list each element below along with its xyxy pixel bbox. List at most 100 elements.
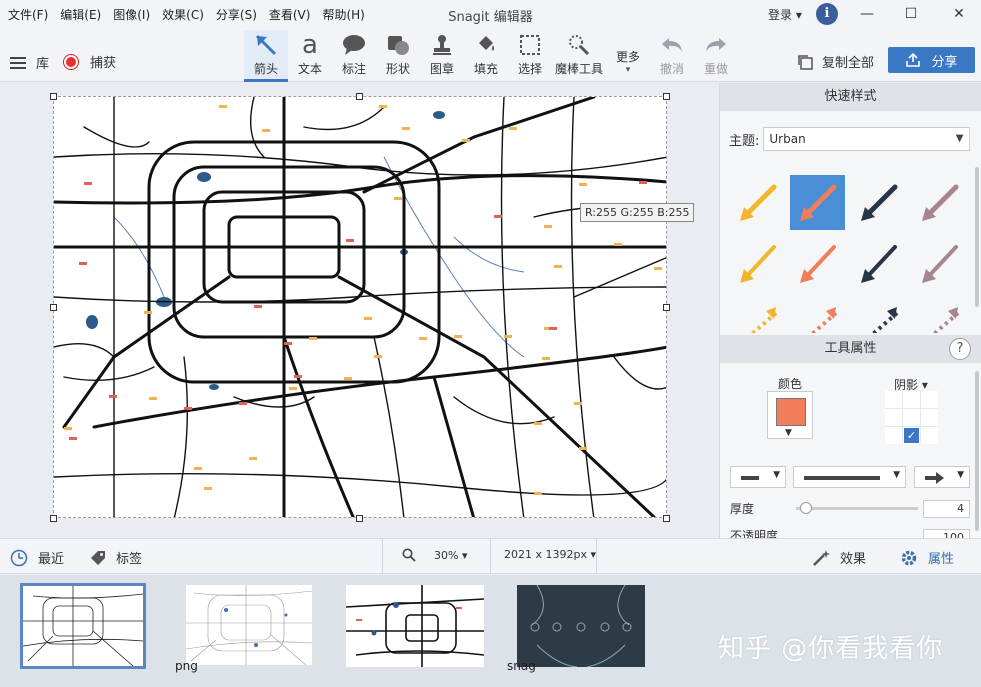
fill-icon	[466, 30, 506, 60]
resize-handle-left[interactable]	[50, 304, 57, 311]
map-image[interactable]	[53, 96, 667, 518]
tray-thumbnail-4[interactable]	[517, 584, 645, 668]
share-button[interactable]: 分享	[888, 47, 975, 73]
line-start-style-dropdown[interactable]: ▼	[730, 466, 786, 488]
thickness-slider-track[interactable]	[796, 507, 918, 510]
share-label: 分享	[931, 54, 958, 70]
canvas-area[interactable]: R:255 G:255 B:255	[0, 83, 719, 538]
tool-text[interactable]: a 文本	[290, 30, 330, 82]
line-end-style-dropdown[interactable]: ▼	[914, 466, 970, 488]
menu-share[interactable]: 分享(S)	[210, 6, 263, 23]
style-navy-arrow-2[interactable]	[851, 237, 906, 292]
magic-wand-icon	[813, 549, 830, 566]
menu-image[interactable]: 图像(I)	[107, 6, 156, 23]
tool-magic-wand[interactable]: 魔棒工具	[552, 30, 606, 82]
current-color-swatch	[776, 398, 806, 426]
styles-scrollbar[interactable]	[975, 167, 979, 307]
shadow-direction-grid[interactable]: ✓	[885, 391, 938, 444]
tool-more[interactable]: 更多 ▾	[610, 30, 646, 82]
theme-select[interactable]: Urban ▼	[763, 127, 971, 151]
arrow-head-icon	[925, 472, 944, 484]
undo-icon	[652, 30, 692, 60]
road-map-graphic	[54, 97, 666, 517]
style-orange-arrow-2[interactable]	[790, 237, 845, 292]
style-yellow-dotted-arrow[interactable]	[730, 299, 785, 333]
color-label: 颜色	[778, 377, 803, 391]
tool-stamp-label: 图章	[429, 62, 454, 76]
copy-all-button[interactable]: 复制全部	[796, 52, 874, 71]
menu-help[interactable]: 帮助(H)	[316, 6, 370, 23]
tool-callout[interactable]: 标注	[334, 30, 374, 82]
opacity-input[interactable]: 100	[923, 529, 970, 538]
thickness-input[interactable]: 4	[923, 500, 970, 518]
resize-handle-bottom-left[interactable]	[50, 515, 57, 522]
close-window-button[interactable]: ✕	[937, 0, 981, 28]
tool-selection[interactable]: 选择	[510, 30, 550, 82]
zoom-control[interactable]: 30% ▾	[402, 548, 467, 562]
copy-all-label: 复制全部	[822, 56, 875, 71]
stamp-icon	[422, 30, 462, 60]
map-thumbnail-graphic	[185, 585, 313, 666]
style-mauve-arrow[interactable]	[912, 175, 967, 230]
tray-thumbnail-1[interactable]	[20, 583, 146, 669]
tags-button[interactable]: 标签	[90, 548, 142, 567]
theme-value: Urban	[769, 132, 806, 146]
properties-button[interactable]: 属性	[900, 548, 954, 567]
menu-edit[interactable]: 编辑(E)	[54, 6, 107, 23]
tray-thumbnail-3[interactable]	[345, 585, 485, 667]
tool-fill[interactable]: 填充	[466, 30, 506, 82]
resize-handle-right[interactable]	[663, 304, 670, 311]
resize-handle-top-right[interactable]	[663, 93, 670, 100]
recent-button[interactable]: 最近	[10, 548, 64, 567]
library-button[interactable]: 库	[10, 53, 49, 72]
resize-handle-top-left[interactable]	[50, 93, 57, 100]
pixel-color-tooltip: R:255 G:255 B:255	[580, 203, 695, 222]
resize-handle-top[interactable]	[356, 93, 363, 100]
style-yellow-arrow[interactable]	[730, 175, 785, 230]
clock-icon	[10, 549, 28, 566]
color-picker[interactable]: ▼	[767, 391, 813, 439]
capture-button[interactable]: 捕获	[64, 52, 116, 71]
style-orange-dotted-arrow[interactable]	[790, 299, 845, 333]
tool-stamp[interactable]: 图章	[422, 30, 462, 82]
tool-arrow[interactable]: 箭头	[244, 30, 288, 82]
image-dimensions[interactable]: 2021 x 1392px ▾	[504, 548, 596, 561]
props-scrollbar[interactable]	[975, 371, 979, 531]
resize-handle-bottom[interactable]	[356, 515, 363, 522]
info-icon[interactable]: i	[816, 3, 838, 25]
style-mauve-arrow-2[interactable]	[912, 237, 967, 292]
menu-bar: 文件(F) 编辑(E) 图像(I) 效果(C) 分享(S) 查看(V) 帮助(H…	[0, 6, 371, 23]
capture-label: 捕获	[90, 56, 117, 71]
resize-handle-bottom-right[interactable]	[663, 515, 670, 522]
tool-shape-label: 形状	[385, 62, 410, 76]
style-orange-arrow[interactable]	[790, 175, 845, 230]
copy-icon	[798, 54, 813, 70]
menu-view[interactable]: 查看(V)	[263, 6, 317, 23]
style-yellow-arrow-2[interactable]	[730, 237, 785, 292]
style-navy-dotted-arrow[interactable]	[851, 299, 906, 333]
menu-file[interactable]: 文件(F)	[2, 6, 54, 23]
thickness-slider-knob[interactable]	[800, 502, 812, 514]
share-icon	[906, 52, 921, 67]
checkbox-checked-icon[interactable]: ✓	[903, 427, 920, 444]
line-cap-icon	[741, 476, 759, 480]
tray-label-4: snag	[507, 659, 536, 673]
tray-thumbnail-2[interactable]	[185, 585, 313, 666]
effects-button[interactable]: 效果	[812, 548, 866, 567]
line-style-dropdown[interactable]: ▼	[793, 466, 906, 488]
style-navy-arrow[interactable]	[851, 175, 906, 230]
toolbar: 库 捕获 箭头 a 文本 标注 形状 图章 填充 选择 魔棒工具 更多 ▾ 撤消…	[0, 28, 981, 82]
help-icon[interactable]: ?	[949, 338, 971, 360]
quick-styles-header: 快速样式	[720, 83, 981, 111]
minimize-button[interactable]: —	[845, 0, 889, 28]
menu-effects[interactable]: 效果(C)	[156, 6, 210, 23]
undo-button[interactable]: 撤消	[652, 30, 692, 82]
theme-label: 主题:	[729, 133, 760, 149]
redo-button[interactable]: 重做	[696, 30, 736, 82]
style-mauve-dotted-arrow[interactable]	[912, 299, 967, 333]
redo-label: 重做	[703, 62, 728, 76]
redo-icon	[696, 30, 736, 60]
login-button[interactable]: 登录 ▾	[768, 6, 802, 23]
maximize-button[interactable]: ☐	[889, 0, 933, 28]
tool-shape[interactable]: 形状	[378, 30, 418, 82]
